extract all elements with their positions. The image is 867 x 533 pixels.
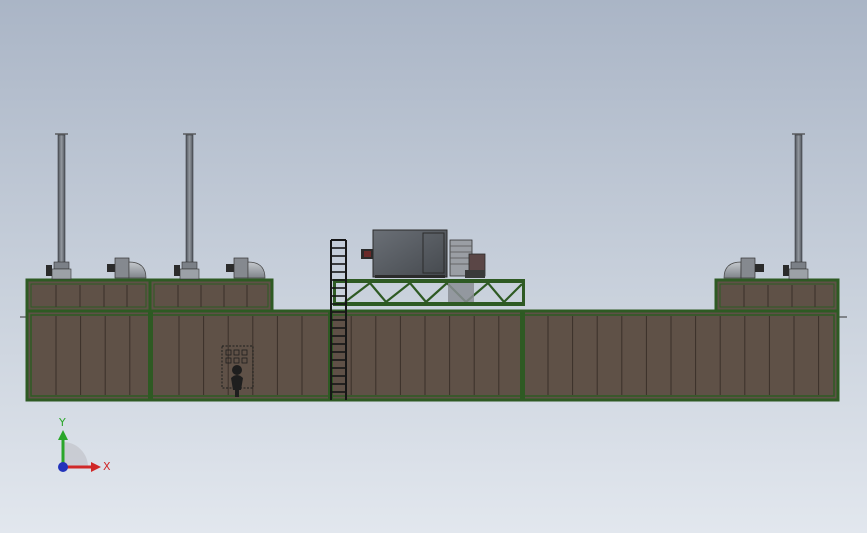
triad-x-label: X <box>103 460 111 473</box>
exhaust-stack-2 <box>174 133 200 280</box>
upper-box-left-2 <box>148 278 274 313</box>
exhaust-stack-1 <box>46 133 72 280</box>
coordinate-triad: Y X <box>58 416 111 473</box>
cad-model-drawing: Y X <box>20 133 847 473</box>
main-enclosure <box>25 309 840 402</box>
triad-z-axis <box>58 462 68 472</box>
access-ladder <box>330 239 347 400</box>
exhaust-fan-2 <box>226 257 266 279</box>
triad-y-label: Y <box>58 416 66 429</box>
exhaust-stack-3 <box>783 133 809 280</box>
exhaust-fan-1 <box>107 257 147 279</box>
upper-box-left-1 <box>25 278 152 313</box>
cad-viewport[interactable]: Y X <box>0 0 867 533</box>
central-truss-platform <box>333 279 525 306</box>
exhaust-fan-3 <box>723 257 764 279</box>
upper-box-right <box>714 278 840 313</box>
equipment-cabinet <box>361 229 448 278</box>
blower-unit <box>449 239 486 278</box>
